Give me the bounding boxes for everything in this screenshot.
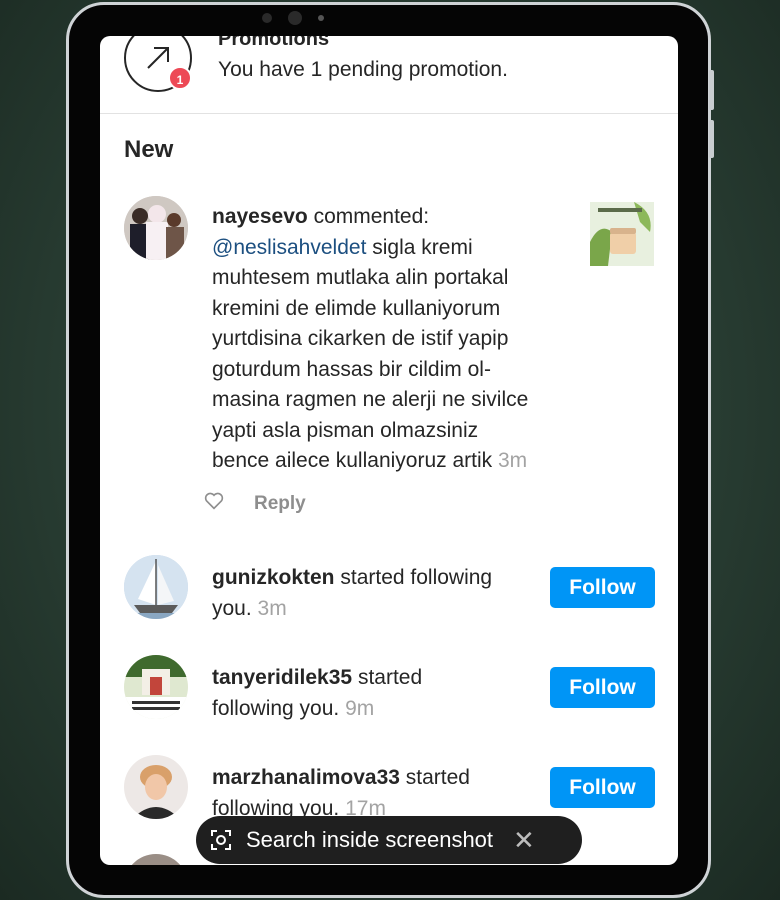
comment-line: masina ragmen ne alerji ne sivilce xyxy=(212,388,529,411)
follow-button[interactable]: Follow xyxy=(550,567,655,608)
comment-mention[interactable]: @neslisahveldet xyxy=(212,236,366,259)
follow-notification-text[interactable]: tanyeridilek35 started following you. 9m xyxy=(212,663,542,724)
follower-username[interactable]: tanyeridilek35 xyxy=(212,666,352,689)
post-thumbnail[interactable] xyxy=(590,202,654,266)
avatar[interactable] xyxy=(124,196,188,260)
lens-icon xyxy=(210,829,232,851)
comment-line: sigla kremi xyxy=(372,235,473,259)
follow-notification-text[interactable]: gunizkokten started following you. 3m xyxy=(212,563,542,624)
comment-line: bence ailece kullaniyoruz artik xyxy=(212,449,493,472)
volume-button xyxy=(709,70,714,110)
avatar[interactable] xyxy=(124,555,188,619)
comment-timestamp: 3m xyxy=(498,449,528,472)
follow-text: started following xyxy=(340,566,493,589)
avatar[interactable] xyxy=(124,655,188,719)
follow-button[interactable]: Follow xyxy=(550,767,655,808)
heart-outline-icon[interactable] xyxy=(204,492,224,515)
avatar[interactable] xyxy=(124,755,188,819)
search-screenshot-toast[interactable]: Search inside screenshot ✕ xyxy=(196,816,582,864)
toast-label[interactable]: Search inside screenshot xyxy=(246,827,493,853)
comment-username[interactable]: nayesevo xyxy=(212,205,308,228)
close-icon[interactable]: ✕ xyxy=(513,827,535,853)
avatar[interactable] xyxy=(124,854,188,865)
follow-text: started xyxy=(357,666,423,689)
follow-button[interactable]: Follow xyxy=(550,667,655,708)
camera-cutout xyxy=(262,11,324,25)
comment-line: yapti asla pisman olmazsiniz xyxy=(212,418,479,442)
comment-line: kremini de elimde kullaniyorum xyxy=(212,296,501,320)
comment-line: goturdum hassas bir cildim ol- xyxy=(212,357,491,381)
follower-username[interactable]: marzhanalimova33 xyxy=(212,766,400,789)
promotion-badge: 1 xyxy=(168,66,192,90)
promotions-title[interactable]: Promotions xyxy=(218,36,329,51)
follow-text: you. xyxy=(212,596,252,620)
power-button xyxy=(709,120,714,158)
section-title-new: New xyxy=(124,136,174,163)
follow-timestamp: 9m xyxy=(345,696,375,720)
comment-line: muhtesem mutlaka alin portakal xyxy=(212,266,509,289)
follow-text: started xyxy=(405,766,470,789)
promotions-subtitle[interactable]: You have 1 pending promotion. xyxy=(218,58,508,82)
comment-line: yurtdisina cikarken de istif yapip xyxy=(212,327,509,350)
divider xyxy=(100,113,678,114)
comment-action: commented: xyxy=(313,205,430,228)
follow-text: following you. xyxy=(212,696,340,720)
follow-timestamp: 3m xyxy=(257,596,287,620)
notifications-screen: 1 Promotions You have 1 pending promotio… xyxy=(100,36,678,865)
follower-username[interactable]: gunizkokten xyxy=(212,566,335,589)
comment-actions: Reply xyxy=(204,492,306,515)
reply-button[interactable]: Reply xyxy=(254,493,306,515)
follow-notification-text[interactable]: marzhanalimova33 started following you. … xyxy=(212,763,542,824)
comment-notification-text[interactable]: nayesevo commented: @neslisahveldet sigl… xyxy=(212,202,582,477)
